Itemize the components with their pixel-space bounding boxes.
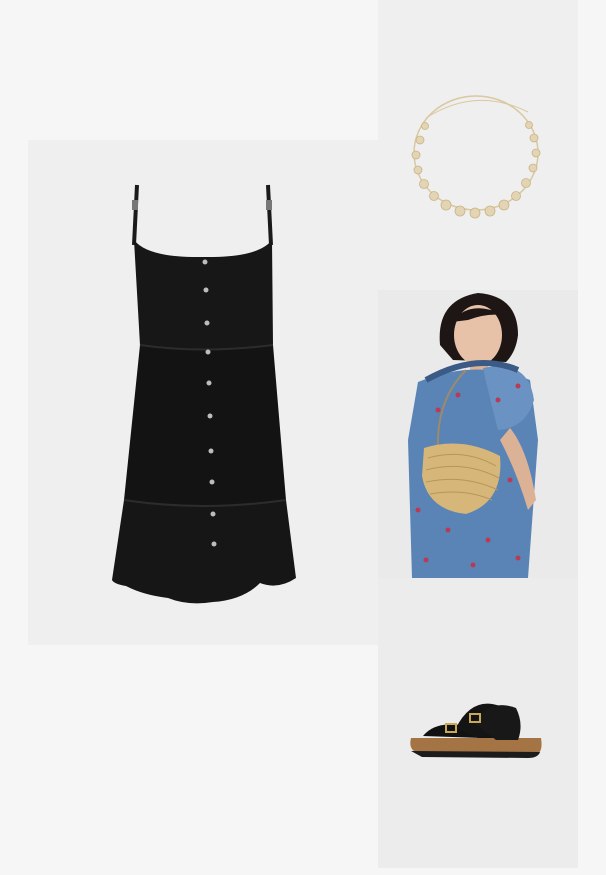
sandals-icon [410, 703, 542, 758]
straw-bag-icon [408, 293, 538, 578]
bag-image [378, 290, 578, 578]
dress-image [28, 140, 378, 645]
outfit-moodboard [0, 0, 606, 875]
sundress-icon [112, 184, 296, 604]
necklace-image [378, 0, 578, 290]
sandals-image [378, 578, 578, 868]
necklace-icon [411, 95, 541, 219]
